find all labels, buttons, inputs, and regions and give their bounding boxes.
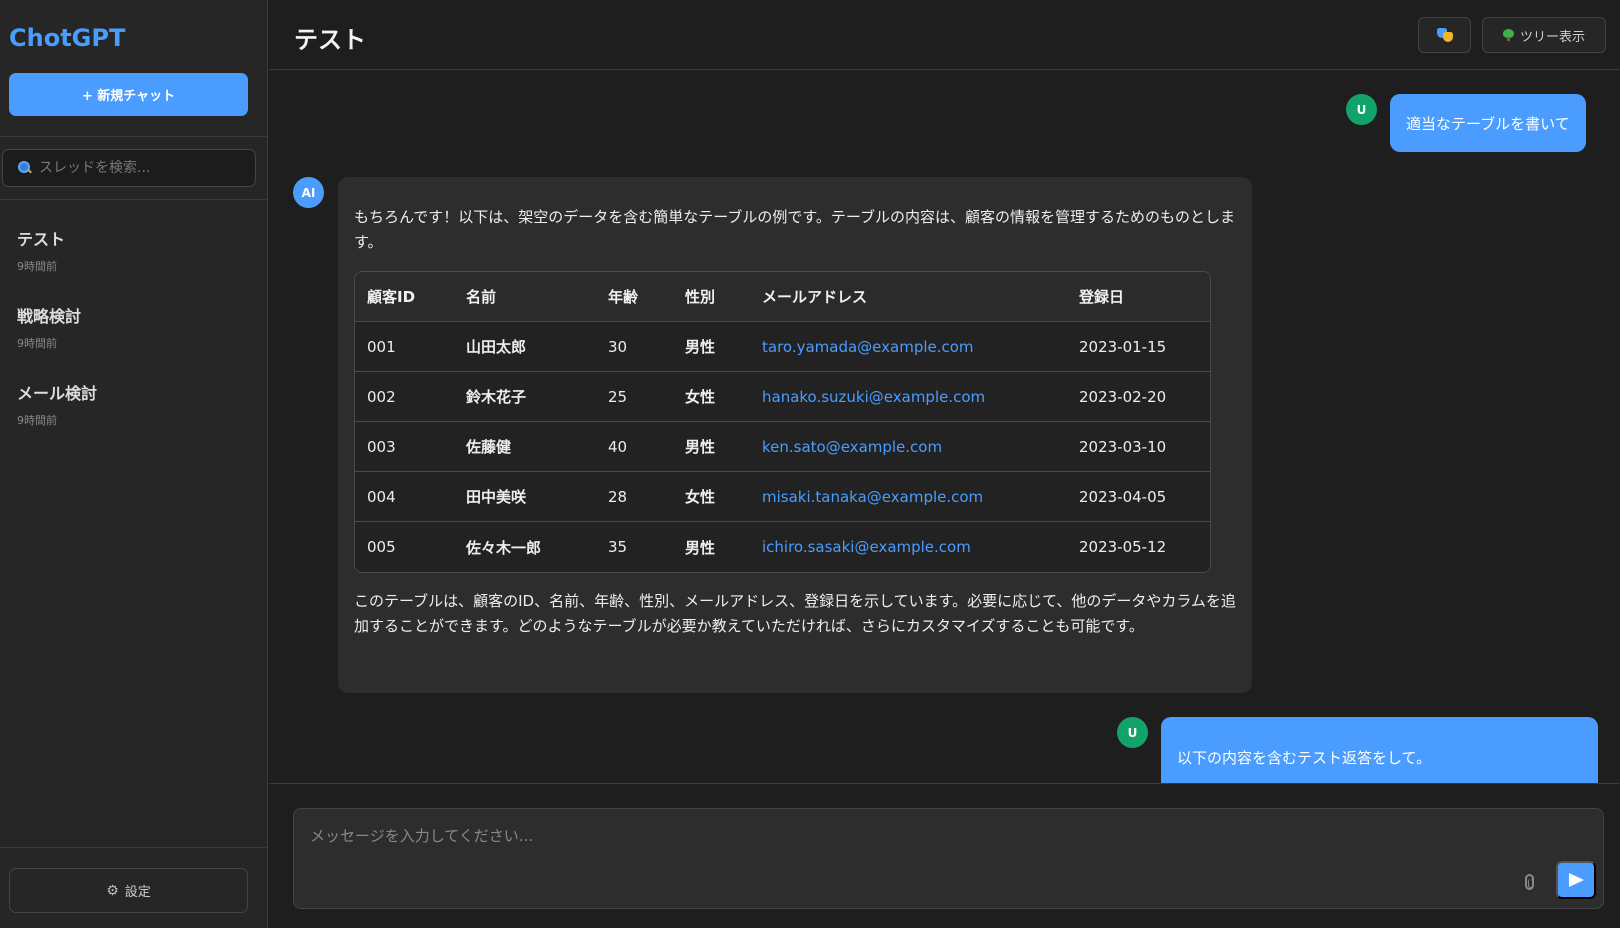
- table-cell: 28: [596, 472, 673, 522]
- table-row: 005 佐々木一郎 35 男性 ichiro.sasaki@example.co…: [355, 522, 1210, 572]
- thread-search-input[interactable]: [39, 160, 239, 176]
- table-cell: 2023-05-12: [1067, 522, 1210, 572]
- thread-item[interactable]: テスト 9時間前: [17, 226, 247, 274]
- table-cell: 35: [596, 522, 673, 572]
- search-icon: [17, 160, 33, 176]
- ai-message: もちろんです！以下は、架空のデータを含む簡単なテーブルの例です。テーブルの内容は…: [338, 177, 1252, 693]
- thread-title: テスト: [17, 230, 66, 249]
- theme-button[interactable]: [1418, 17, 1471, 53]
- sidebar: ChotGPT + 新規チャット テスト 9時間前 戦略検討 9時間前 メール検…: [0, 0, 268, 928]
- table-cell: 女性: [673, 372, 750, 422]
- app-logo: ChotGPT: [9, 24, 126, 52]
- column-header: 年齢: [596, 272, 673, 322]
- table-cell: 30: [596, 322, 673, 372]
- gear-icon: ⚙: [106, 882, 119, 899]
- table-cell: 2023-03-10: [1067, 422, 1210, 472]
- thread-title: 戦略検討: [17, 307, 82, 326]
- table-cell: 003: [355, 422, 454, 472]
- divider: [269, 783, 1620, 784]
- table-cell: 2023-02-20: [1067, 372, 1210, 422]
- send-icon: [1568, 873, 1584, 887]
- theater-masks-icon: [1436, 28, 1453, 42]
- settings-label: 設定: [124, 885, 151, 900]
- table-cell: 田中美咲: [454, 472, 596, 522]
- table-cell: 25: [596, 372, 673, 422]
- page-title: テスト: [294, 26, 366, 54]
- divider: [0, 136, 268, 137]
- table-cell: 鈴木花子: [454, 372, 596, 422]
- tree-view-label: ツリー表示: [1519, 29, 1585, 45]
- column-header: 性別: [673, 272, 750, 322]
- divider: [0, 847, 268, 848]
- tree-icon: [1502, 29, 1514, 41]
- email-link[interactable]: misaki.tanaka@example.com: [750, 472, 1067, 522]
- table-row: 001 山田太郎 30 男性 taro.yamada@example.com 2…: [355, 322, 1210, 372]
- ai-avatar: AI: [293, 177, 324, 208]
- table-header-row: 顧客ID 名前 年齢 性別 メールアドレス 登録日: [355, 272, 1210, 322]
- thread-search[interactable]: [2, 149, 256, 187]
- paperclip-icon[interactable]: [1525, 874, 1534, 890]
- customer-table: 顧客ID 名前 年齢 性別 メールアドレス 登録日 001 山田太郎 30 男性…: [354, 271, 1211, 573]
- thread-item[interactable]: 戦略検討 9時間前: [17, 303, 247, 351]
- table-row: 002 鈴木花子 25 女性 hanako.suzuki@example.com…: [355, 372, 1210, 422]
- settings-button[interactable]: ⚙ 設定: [9, 868, 248, 913]
- table-cell: 佐々木一郎: [454, 522, 596, 572]
- thread-time: 9時間前: [17, 414, 57, 427]
- email-link[interactable]: taro.yamada@example.com: [750, 322, 1067, 372]
- table-cell: 40: [596, 422, 673, 472]
- new-chat-button[interactable]: + 新規チャット: [9, 73, 248, 116]
- message-composer: [293, 808, 1604, 909]
- table-row: 004 田中美咲 28 女性 misaki.tanaka@example.com…: [355, 472, 1210, 522]
- table-cell: 男性: [673, 522, 750, 572]
- chat-messages[interactable]: U 適当なテーブルを書いて AI もちろんです！以下は、架空のデータを含む簡単な…: [269, 71, 1620, 783]
- table-cell: 2023-04-05: [1067, 472, 1210, 522]
- table-row: 003 佐藤健 40 男性 ken.sato@example.com 2023-…: [355, 422, 1210, 472]
- user-message: 以下の内容を含むテスト返答をして。: [1161, 717, 1598, 783]
- column-header: 名前: [454, 272, 596, 322]
- thread-time: 9時間前: [17, 337, 57, 350]
- table-cell: 2023-01-15: [1067, 322, 1210, 372]
- thread-title: メール検討: [17, 384, 98, 403]
- table-cell: 005: [355, 522, 454, 572]
- ai-message-outro: このテーブルは、顧客のID、名前、年齢、性別、メールアドレス、登録日を示していま…: [354, 592, 1236, 635]
- user-avatar: U: [1346, 94, 1377, 125]
- column-header: 登録日: [1067, 272, 1210, 322]
- user-avatar: U: [1117, 717, 1148, 748]
- table-cell: 男性: [673, 422, 750, 472]
- message-input[interactable]: [310, 825, 1470, 865]
- chat-header: テスト ツリー表示: [269, 0, 1620, 70]
- column-header: 顧客ID: [355, 272, 454, 322]
- table-cell: 山田太郎: [454, 322, 596, 372]
- email-link[interactable]: ichiro.sasaki@example.com: [750, 522, 1067, 572]
- divider: [0, 199, 268, 200]
- email-link[interactable]: hanako.suzuki@example.com: [750, 372, 1067, 422]
- user-message: 適当なテーブルを書いて: [1390, 94, 1586, 152]
- send-button[interactable]: [1556, 861, 1596, 899]
- table-cell: 女性: [673, 472, 750, 522]
- table-cell: 男性: [673, 322, 750, 372]
- thread-item[interactable]: メール検討 9時間前: [17, 380, 247, 428]
- table-cell: 佐藤健: [454, 422, 596, 472]
- column-header: メールアドレス: [750, 272, 1067, 322]
- table-cell: 002: [355, 372, 454, 422]
- table-cell: 001: [355, 322, 454, 372]
- table-cell: 004: [355, 472, 454, 522]
- thread-time: 9時間前: [17, 260, 57, 273]
- ai-message-intro: もちろんです！以下は、架空のデータを含む簡単なテーブルの例です。テーブルの内容は…: [354, 208, 1235, 251]
- email-link[interactable]: ken.sato@example.com: [750, 422, 1067, 472]
- tree-view-button[interactable]: ツリー表示: [1482, 17, 1606, 53]
